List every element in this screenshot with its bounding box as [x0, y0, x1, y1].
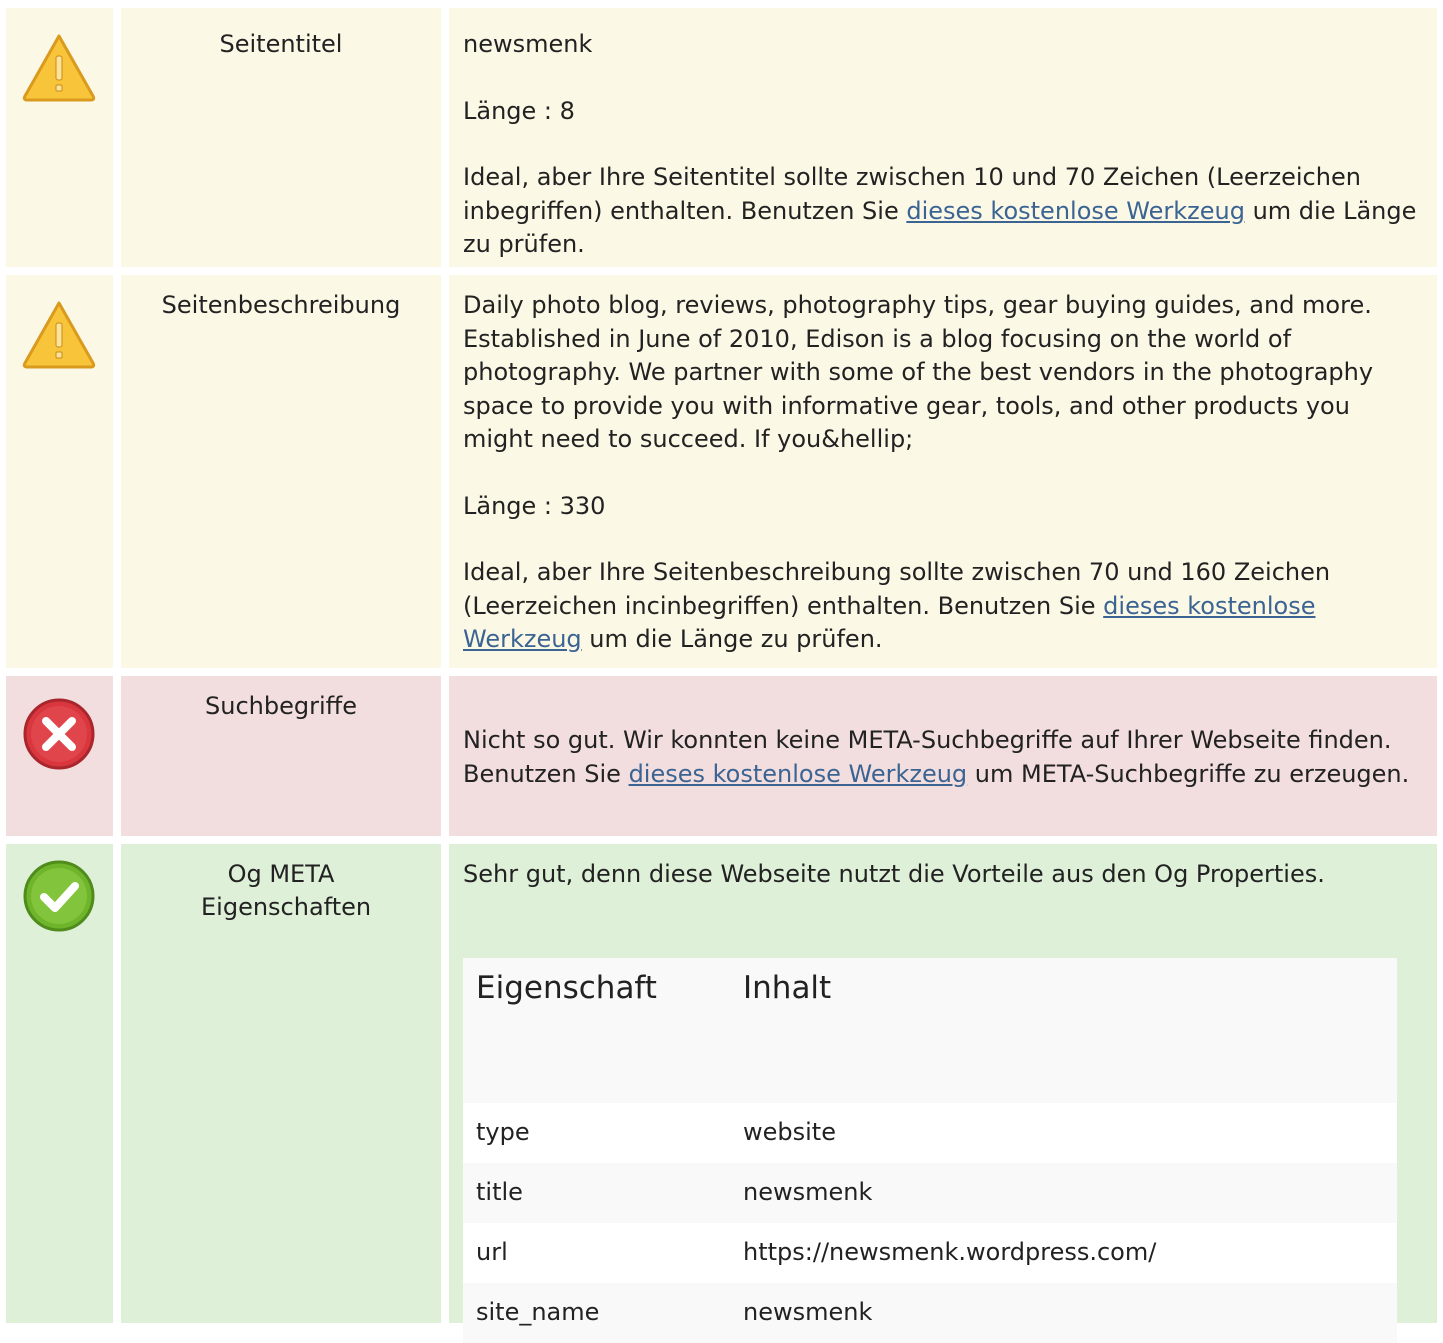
status-cell: [6, 676, 113, 836]
free-tool-link[interactable]: dieses kostenlose Werkzeug: [629, 760, 968, 788]
property-name: url: [463, 1223, 730, 1283]
row-content: Nicht so gut. Wir konnten keine META-Suc…: [449, 676, 1437, 836]
seo-row-og-properties: Og META Eigenschaften Sehr gut, denn die…: [0, 844, 1443, 1343]
property-content: newsmenk: [730, 1283, 1397, 1343]
row-label: Suchbegriffe: [121, 676, 441, 836]
property-name: site_name: [463, 1283, 730, 1343]
free-tool-link[interactable]: dieses kostenlose Werkzeug: [906, 197, 1245, 225]
description-length: Länge : 330: [463, 491, 606, 520]
title-advice: Ideal, aber Ihre Seitentitel sollte zwis…: [463, 161, 1423, 262]
property-content: website: [730, 1103, 1397, 1163]
error-x-icon: [23, 698, 95, 770]
seo-row-description: Seitenbeschreibung Daily photo blog, rev…: [0, 275, 1443, 668]
warning-icon: [22, 301, 96, 369]
property-content: newsmenk: [730, 1163, 1397, 1223]
property-name: type: [463, 1103, 730, 1163]
table-header-row: Eigenschaft Inhalt: [463, 958, 1397, 1103]
seo-row-keywords: Suchbegriffe Nicht so gut. Wir konnten k…: [0, 676, 1443, 836]
og-properties-table: Eigenschaft Inhalt type website title ne…: [463, 958, 1397, 1343]
description-advice: Ideal, aber Ihre Seitenbeschreibung soll…: [463, 556, 1423, 657]
og-status-text: Sehr gut, denn diese Webseite nutzt die …: [463, 860, 1325, 888]
property-name: title: [463, 1163, 730, 1223]
row-label: Seitentitel: [121, 8, 441, 267]
seo-row-title: Seitentitel newsmenk Länge : 8 Ideal, ab…: [0, 8, 1443, 267]
row-label: Og META Eigenschaften: [121, 844, 441, 1323]
row-content: Daily photo blog, reviews, photography t…: [449, 275, 1437, 668]
warning-icon: [22, 34, 96, 102]
row-label: Seitenbeschreibung: [121, 275, 441, 668]
table-row: site_name newsmenk: [463, 1283, 1397, 1343]
title-length: Länge : 8: [463, 96, 575, 125]
advice-text-end: um META-Suchbegriffe zu erzeugen.: [967, 759, 1410, 788]
description-value: Daily photo blog, reviews, photography t…: [463, 291, 1374, 453]
status-cell: [6, 275, 113, 668]
table-row: type website: [463, 1103, 1397, 1163]
table-row: title newsmenk: [463, 1163, 1397, 1223]
row-content: newsmenk Länge : 8 Ideal, aber Ihre Seit…: [449, 8, 1437, 267]
column-header-property: Eigenschaft: [463, 958, 730, 1103]
property-content: https://newsmenk.wordpress.com/: [730, 1223, 1397, 1283]
advice-text-end: um die Länge zu prüfen.: [581, 625, 883, 653]
keywords-advice: Nicht so gut. Wir konnten keine META-Suc…: [463, 724, 1423, 791]
status-cell: [6, 844, 113, 1323]
table-row: url https://newsmenk.wordpress.com/: [463, 1223, 1397, 1283]
check-icon: [23, 860, 95, 932]
title-value: newsmenk: [463, 30, 593, 58]
row-content: Sehr gut, denn diese Webseite nutzt die …: [449, 844, 1437, 1343]
status-cell: [6, 8, 113, 267]
column-header-content: Inhalt: [730, 958, 1397, 1103]
